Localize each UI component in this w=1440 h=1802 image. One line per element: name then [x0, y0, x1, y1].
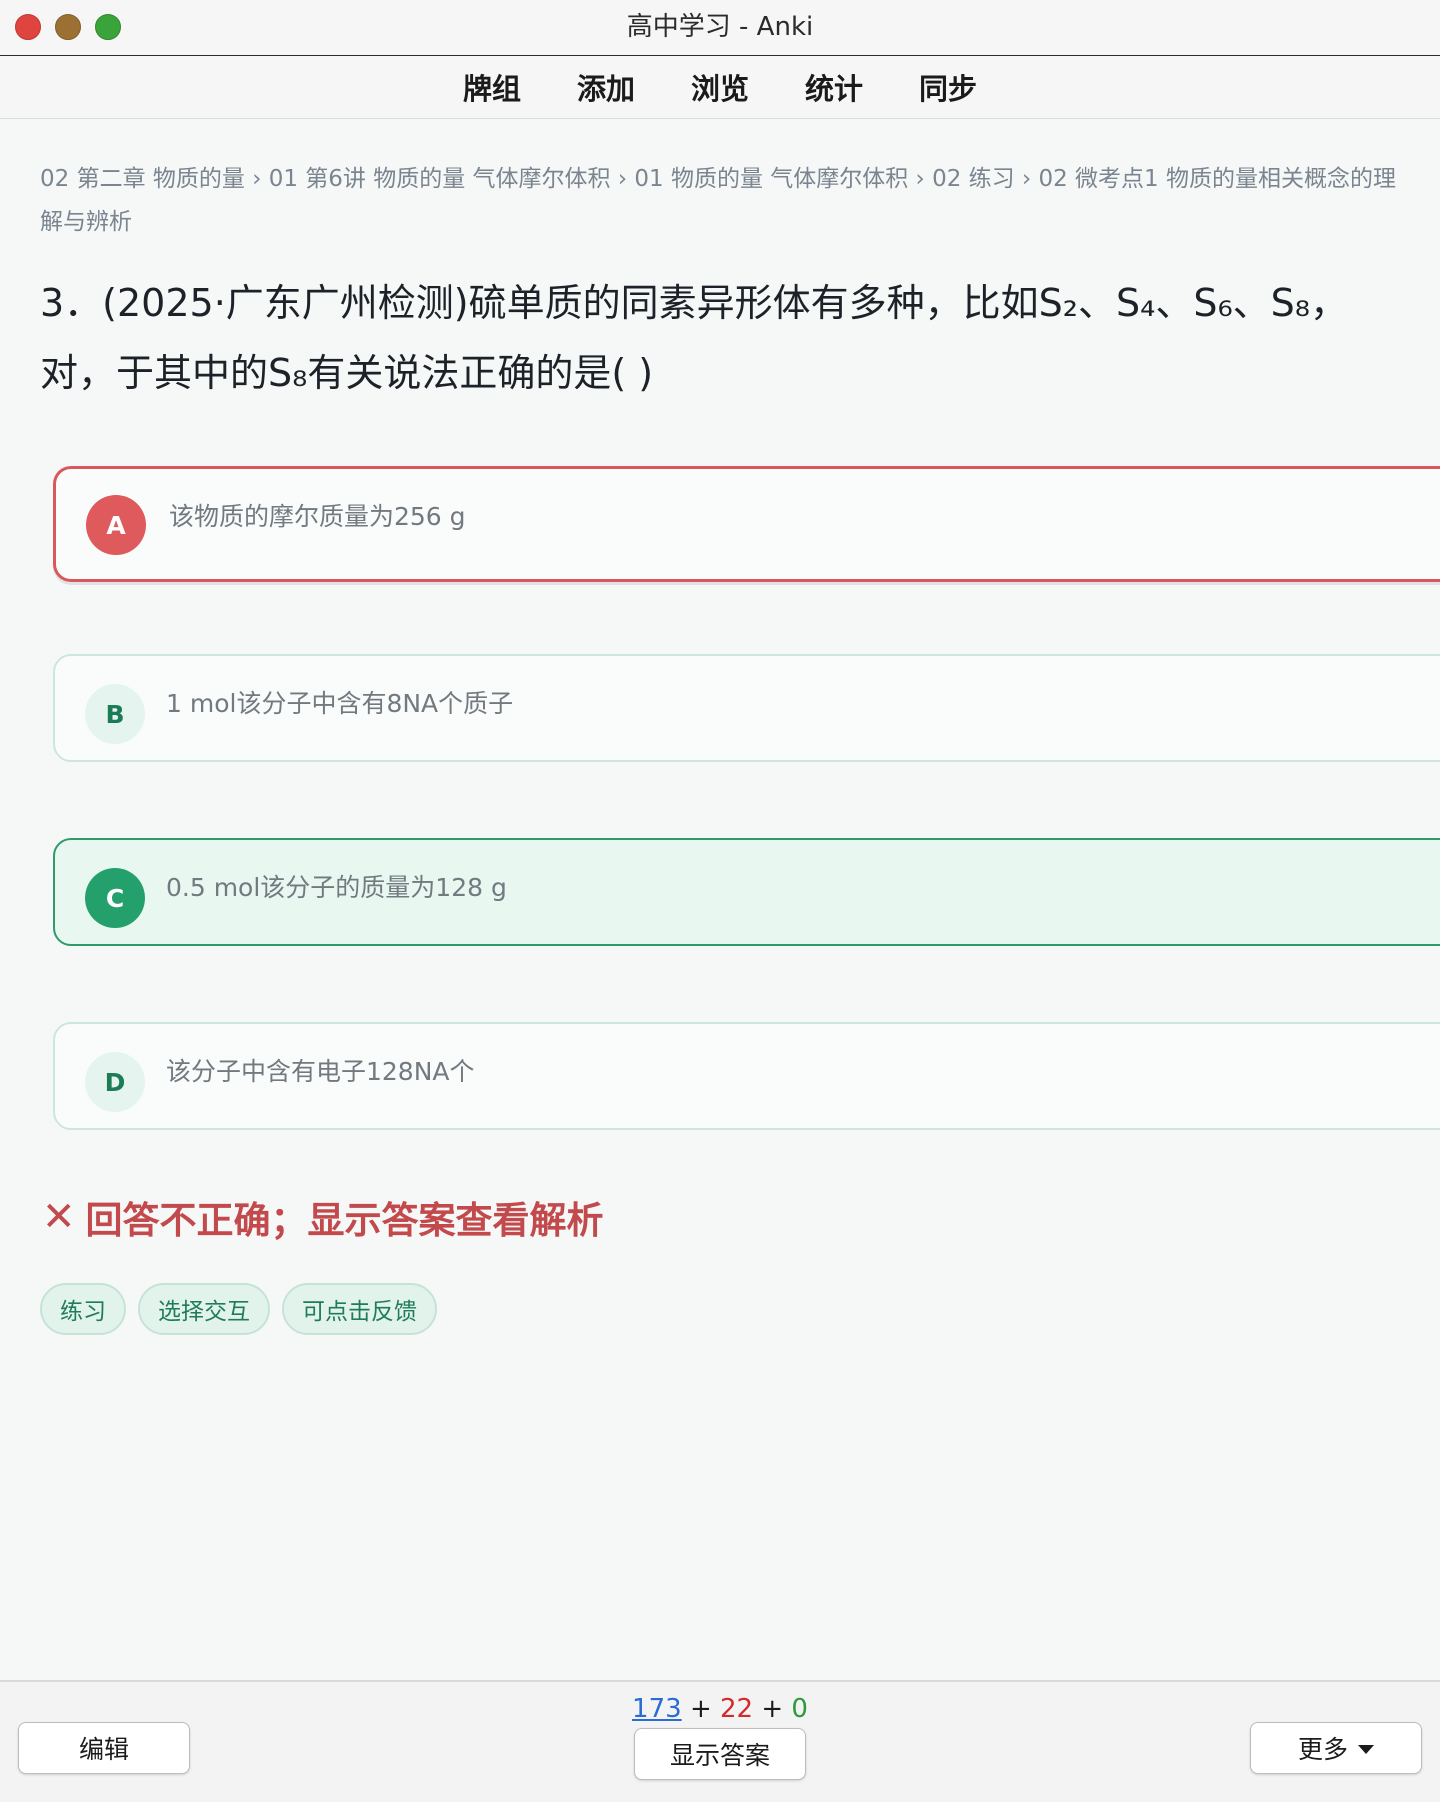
edit-button-label: 编辑 [78, 1735, 129, 1764]
show-answer-label: 显示答案 [669, 1741, 770, 1770]
option-b[interactable]: B 1 mol该分子中含有8NA个质子 [53, 654, 1440, 762]
more-button-label: 更多 [1297, 1735, 1348, 1764]
anki-window: 高中学习 - Anki 牌组 添加 浏览 统计 同步 02 第二章 物质的量 ›… [0, 0, 1440, 1802]
option-d[interactable]: D 该分子中含有电子128NA个 [53, 1022, 1440, 1130]
main-toolbar: 牌组 添加 浏览 统计 同步 [0, 56, 1440, 119]
bottom-bar: 173 + 22 + 0 编辑 显示答案 更多 [0, 1680, 1440, 1802]
toolbar-browse[interactable]: 浏览 [691, 66, 749, 108]
tag-list: 练习 选择交互 可点击反馈 [40, 1283, 437, 1335]
option-a-badge: A [86, 495, 146, 555]
count-separator: + [689, 1694, 712, 1724]
option-c-badge: C [85, 868, 145, 928]
answer-feedback: ✕ 回答不正确；显示答案查看解析 [42, 1190, 604, 1244]
card-content: 02 第二章 物质的量 › 01 第6讲 物质的量 气体摩尔体积 › 01 物质… [0, 120, 1440, 1680]
toolbar-sync[interactable]: 同步 [919, 66, 977, 108]
due-counts: 173 + 22 + 0 [0, 1694, 1440, 1724]
option-b-text: 1 mol该分子中含有8NA个质子 [166, 689, 514, 718]
more-button[interactable]: 更多 [1250, 1722, 1422, 1774]
count-separator: + [761, 1694, 784, 1724]
toolbar-decks[interactable]: 牌组 [463, 66, 521, 108]
option-c-text: 0.5 mol该分子的质量为128 g [166, 873, 507, 902]
cross-icon: ✕ [42, 1194, 76, 1240]
edit-button[interactable]: 编辑 [18, 1722, 190, 1774]
question-text: 3．(2025·广东广州检测)硫单质的同素异形体有多种，比如S₂、S₄、S₆、S… [40, 281, 1349, 395]
feedback-text: 回答不正确；显示答案查看解析 [85, 1199, 604, 1242]
new-count[interactable]: 173 [632, 1694, 682, 1724]
caret-down-icon [1358, 1745, 1374, 1754]
learn-count: 22 [720, 1694, 754, 1724]
option-d-badge: D [85, 1052, 145, 1112]
tag-item[interactable]: 可点击反馈 [282, 1283, 437, 1335]
review-count: 0 [791, 1694, 808, 1724]
option-c[interactable]: C 0.5 mol该分子的质量为128 g [53, 838, 1440, 946]
option-a[interactable]: A 该物质的摩尔质量为256 g [53, 466, 1440, 582]
title-bar: 高中学习 - Anki [0, 0, 1440, 57]
show-answer-button[interactable]: 显示答案 [634, 1728, 806, 1780]
option-d-text: 该分子中含有电子128NA个 [166, 1057, 475, 1086]
tag-item[interactable]: 选择交互 [138, 1283, 270, 1335]
toolbar-add[interactable]: 添加 [577, 66, 635, 108]
option-a-text: 该物质的摩尔质量为256 g [169, 502, 466, 531]
tag-item[interactable]: 练习 [40, 1283, 126, 1335]
window-title: 高中学习 - Anki [626, 12, 814, 42]
toolbar-stats[interactable]: 统计 [805, 66, 863, 108]
breadcrumb: 02 第二章 物质的量 › 01 第6讲 物质的量 气体摩尔体积 › 01 物质… [40, 166, 1396, 235]
option-b-badge: B [85, 684, 145, 744]
